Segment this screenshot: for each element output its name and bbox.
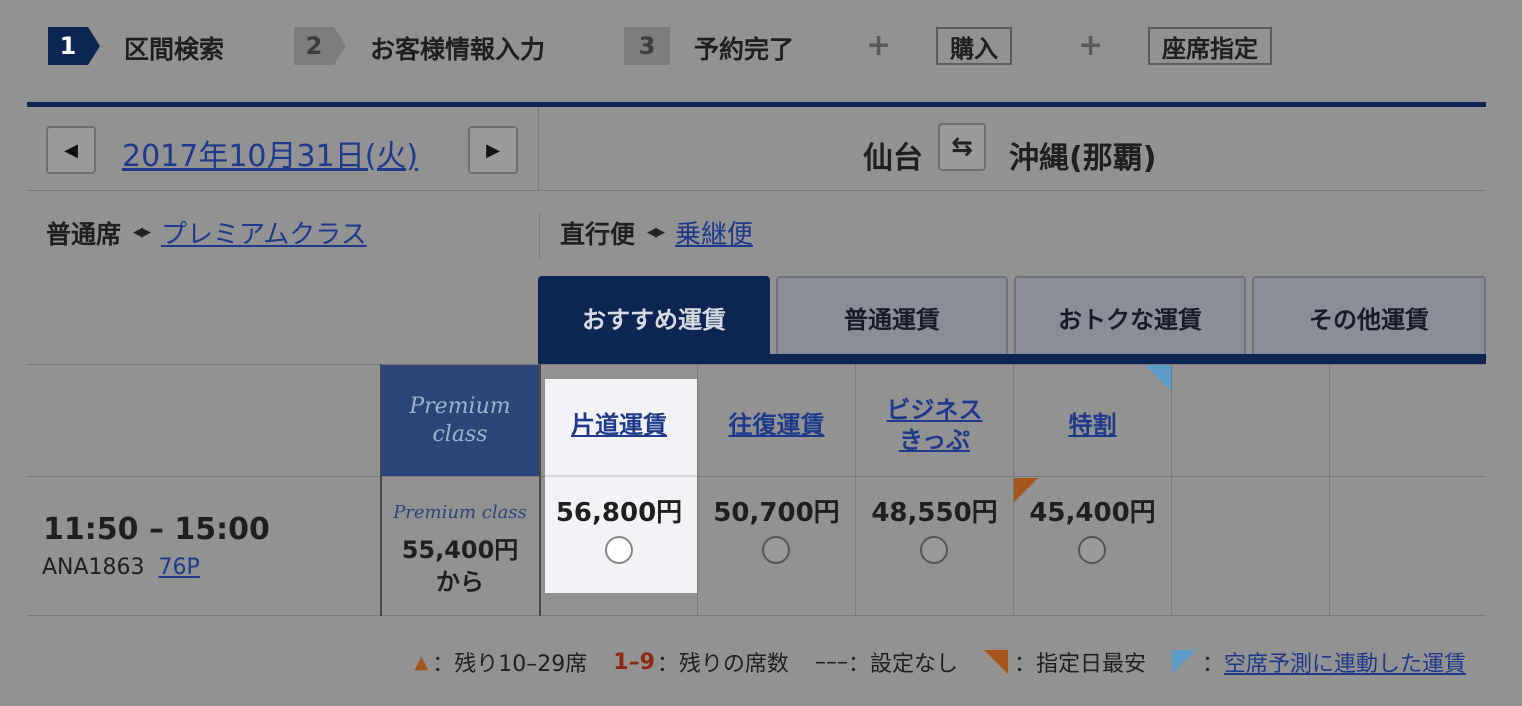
legend-text: ：残り10–29席 [432, 652, 588, 677]
seat-class-toggle: 普通席 ◀▶ プレミアムクラス [46, 214, 367, 251]
premium-class-logo: Premium class [381, 365, 539, 476]
flight-time: 11:50 – 15:00 [43, 512, 270, 547]
date-link[interactable]: 2017年10月31日(火) [122, 131, 418, 175]
fare-header-business[interactable]: ビジネス きっぷ [856, 380, 1013, 470]
origin-airport: 仙台 [863, 141, 923, 176]
fare-radio-business[interactable] [920, 536, 948, 564]
grid-line [1329, 364, 1330, 616]
step-seat-selection: 座席指定 [1148, 27, 1272, 65]
fare-price: 56,800円 [555, 498, 683, 528]
fare-header-tokuwari[interactable]: 特割 [1014, 380, 1171, 470]
dash-icon: ––– [814, 649, 848, 675]
connecting-flight-link[interactable]: 乗継便 [675, 214, 753, 251]
grid-line [27, 364, 1486, 365]
divider [545, 475, 697, 477]
premium-class-link[interactable]: プレミアムクラス [161, 214, 367, 251]
step-2-label: お客様情報入力 [370, 35, 546, 64]
aircraft-link[interactable]: 76P [159, 555, 200, 580]
swap-icon: ⇆ [951, 132, 973, 162]
premium-logo-line1: Premium [409, 393, 511, 419]
flight-type-toggle: 直行便 ◀▶ 乗継便 [560, 214, 753, 251]
grid-line [1171, 364, 1172, 616]
fare-table: Premium class 片道運賃 往復運賃 ビジネス きっぷ 特割 11:5… [27, 364, 1486, 616]
legend-text: ：指定日最安 [1013, 652, 1146, 677]
swap-route-button[interactable]: ⇆ [938, 123, 986, 171]
date-route-bar: ◀ 2017年10月31日(火) ▶ 仙台 ⇆ 沖縄(那覇) [27, 107, 1486, 191]
fare-header-oneway[interactable]: 片道運賃 [541, 380, 697, 470]
premium-price-value: 55,400円 [401, 536, 519, 564]
step-1-label: 区間検索 [124, 35, 225, 64]
seat-forecast-marker-icon [1145, 365, 1171, 391]
legend-item-remaining-range: ▲ ：残り10–29席 [414, 646, 587, 678]
tab-recommended-fare[interactable]: おすすめ運賃 [538, 276, 770, 356]
fare-tabs: おすすめ運賃 普通運賃 おトクな運賃 その他運賃 [538, 276, 1486, 364]
linked-fare-link[interactable]: 空席予測に連動した運賃 [1224, 646, 1466, 678]
step-3-label: 予約完了 [694, 35, 795, 64]
plus-icon: + [866, 28, 892, 63]
legend-item-lowest: ：指定日最安 [983, 646, 1146, 678]
filter-row: 普通席 ◀▶ プレミアムクラス 直行便 ◀▶ 乗継便 [46, 214, 1486, 258]
legend-range: 1–9 [613, 649, 655, 675]
premium-price-suffix: から [436, 568, 484, 596]
divider [538, 107, 539, 190]
lowest-price-marker-icon [1014, 478, 1038, 502]
tabs-baseline [538, 354, 1486, 364]
blue-corner-icon [1171, 650, 1196, 674]
legend-item-not-set: ––– ：設定なし [815, 646, 958, 678]
fare-header-label: 特割 [1068, 411, 1117, 439]
flight-number-row: ANA1863 76P [42, 555, 200, 580]
current-seat-class: 普通席 [46, 219, 122, 249]
flight-number: ANA1863 [42, 555, 145, 580]
orange-corner-icon [983, 650, 1008, 674]
triangle-icon: ▲ [414, 651, 429, 673]
grid-line [27, 476, 1486, 477]
legend-item-remaining-count: 1–9 ：残りの席数 [613, 646, 789, 678]
fare-header-label: ビジネス [886, 396, 983, 424]
prev-day-button[interactable]: ◀ [46, 126, 96, 174]
legend-text: ：設定なし [847, 652, 958, 677]
legend-colon: ： [1201, 652, 1224, 677]
legend-text: ：残りの席数 [656, 652, 789, 677]
fare-price: 50,700円 [713, 498, 840, 528]
fare-radio-tokuwari[interactable] [1078, 536, 1106, 564]
legend-item-linked-fare: ： 空席予測に連動した運賃 [1171, 646, 1466, 678]
tab-other-fare[interactable]: その他運賃 [1252, 276, 1486, 356]
switch-arrows-icon: ◀▶ [647, 225, 665, 240]
fare-header-label: 片道運賃 [571, 411, 667, 439]
switch-arrows-icon: ◀▶ [133, 225, 151, 240]
step-purchase: 購入 [936, 27, 1012, 65]
fare-header-label: きっぷ [898, 426, 971, 454]
chevron-left-icon: ◀ [64, 139, 78, 161]
premium-class-price: 55,400円 から [381, 534, 539, 598]
step-3-number: 3 [624, 27, 670, 65]
step-1-number: 1 [48, 27, 100, 65]
fare-radio-roundtrip[interactable] [762, 536, 790, 564]
tab-discount-fare[interactable]: おトクな運賃 [1014, 276, 1246, 356]
legend: ▲ ：残り10–29席 1–9 ：残りの席数 ––– ：設定なし ：指定日最安 … [388, 646, 1466, 678]
premium-logo-line2: class [432, 421, 488, 447]
divider [539, 214, 540, 258]
grid-line [27, 615, 1486, 616]
fare-header-roundtrip[interactable]: 往復運賃 [698, 380, 855, 470]
chevron-right-icon: ▶ [486, 139, 500, 161]
destination-airport: 沖縄(那覇) [1009, 141, 1157, 176]
fare-price: 48,550円 [871, 498, 998, 528]
plus-icon: + [1078, 28, 1104, 63]
progress-steps: 1 区間検索 2 お客様情報入力 3 予約完了 + 購入 + 座席指定 [48, 22, 1488, 70]
tab-regular-fare[interactable]: 普通運賃 [776, 276, 1008, 356]
current-flight-type: 直行便 [560, 219, 636, 249]
premium-class-label: Premium class [393, 502, 527, 523]
step-2-number: 2 [294, 27, 346, 65]
fare-header-label: 往復運賃 [728, 411, 825, 439]
fare-radio-oneway[interactable] [605, 536, 633, 564]
next-day-button[interactable]: ▶ [468, 126, 518, 174]
